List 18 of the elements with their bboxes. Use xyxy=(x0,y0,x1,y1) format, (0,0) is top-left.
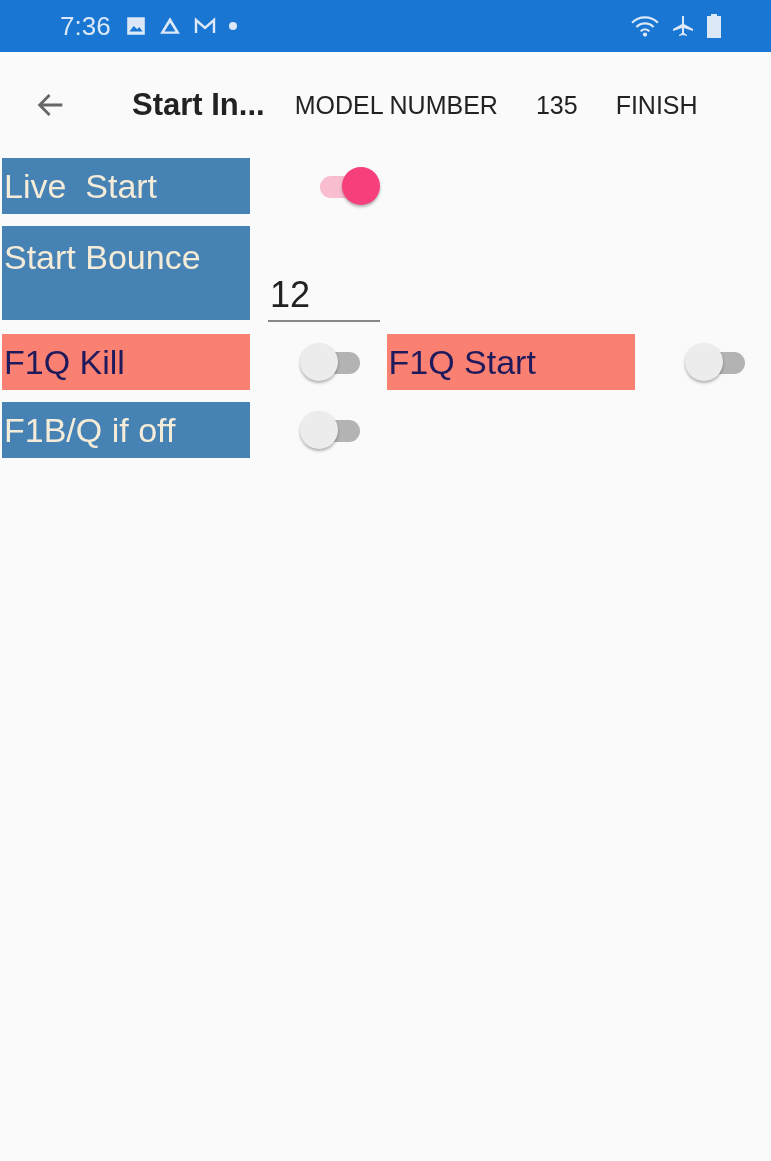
number-field[interactable]: 12 xyxy=(268,266,380,322)
field-label: F1B/Q if off xyxy=(2,402,250,458)
triangle-icon xyxy=(158,15,181,37)
mail-icon xyxy=(192,16,217,36)
toolbar-action[interactable]: MODEL NUMBER xyxy=(294,90,498,120)
field-label: Start Bounce xyxy=(2,226,250,320)
toolbar-action[interactable]: 135 xyxy=(535,90,578,120)
toolbar-action[interactable]: FINISH xyxy=(615,90,698,120)
field-label: F1Q Kill xyxy=(2,334,250,390)
dot-icon xyxy=(228,22,237,30)
wifi-icon xyxy=(631,14,659,38)
field-label: Live Start xyxy=(2,158,250,214)
battery-icon xyxy=(707,14,721,38)
clock: 7:36 xyxy=(60,10,111,42)
airplane-icon xyxy=(671,14,695,38)
page-title: Start In... xyxy=(132,87,265,123)
field-label: F1Q Start xyxy=(386,334,635,390)
image-icon xyxy=(124,15,147,37)
